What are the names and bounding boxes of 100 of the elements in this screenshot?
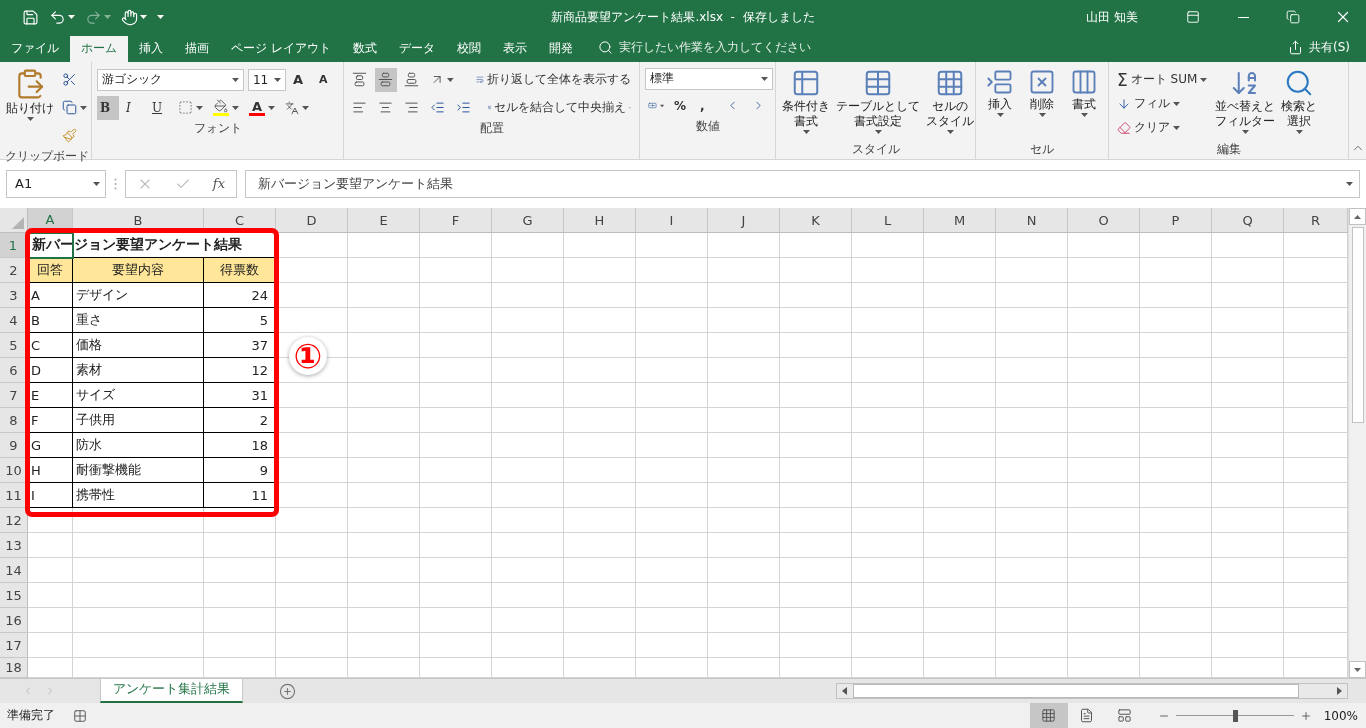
group-label: クリップボード — [5, 147, 86, 164]
column-header[interactable]: G — [492, 208, 564, 234]
column-header[interactable]: F — [420, 208, 492, 234]
row-header[interactable]: 7 — [0, 383, 28, 409]
menu-tab[interactable]: 挿入 — [128, 36, 174, 62]
insert-function-button[interactable]: fx — [212, 176, 225, 192]
column-header[interactable]: H — [564, 208, 636, 234]
horizontal-scrollbar[interactable] — [836, 683, 1348, 700]
row-header[interactable]: 18 — [0, 658, 28, 679]
zoom-level[interactable]: 100% — [1323, 708, 1358, 723]
font-color-button[interactable]: A — [246, 95, 278, 120]
grip-icon — [114, 177, 117, 190]
style-button[interactable]: セルの スタイル — [925, 67, 975, 141]
caret-icon — [946, 129, 954, 134]
align-left-icon — [352, 100, 367, 116]
column-header[interactable]: L — [852, 208, 924, 234]
menu-tab[interactable]: 表示 — [491, 36, 538, 62]
scroll-down-button[interactable] — [1349, 661, 1366, 679]
table-cell: 素材 — [73, 358, 204, 384]
undo-icon — [49, 8, 66, 26]
row-header[interactable]: 6 — [0, 358, 28, 384]
font-name-field[interactable]: 游ゴシック — [97, 68, 244, 91]
row-header[interactable]: 10 — [0, 458, 28, 484]
paintbrush-icon — [62, 128, 77, 144]
cells-button[interactable]: 挿入 — [985, 67, 1015, 141]
sheet-tab[interactable]: アンケート集計結果 — [100, 678, 243, 703]
zoom-thumb[interactable] — [1232, 709, 1238, 722]
copy-icon — [62, 100, 77, 116]
column-header[interactable]: O — [1068, 208, 1140, 234]
header-cell: 得票数 — [204, 258, 276, 284]
column-header[interactable]: N — [996, 208, 1068, 234]
menu-tab[interactable]: ホーム — [70, 36, 128, 62]
row-header[interactable]: 12 — [0, 508, 28, 534]
caret-icon — [1295, 129, 1303, 134]
number-style-button[interactable]: , — [697, 93, 719, 118]
row-header[interactable]: 16 — [0, 608, 28, 634]
menu-tab[interactable]: 校閲 — [445, 36, 492, 62]
font-size-field[interactable]: 11 — [247, 68, 286, 91]
tell-me-field[interactable]: 実行したい作業を入力してください — [618, 39, 811, 57]
caret-icon — [996, 112, 1004, 117]
caret-icon — [1038, 112, 1046, 117]
column-header[interactable]: I — [636, 208, 708, 234]
column-header[interactable]: E — [348, 208, 420, 234]
row-header[interactable]: 2 — [0, 258, 28, 284]
menu-tab[interactable]: ファイル — [0, 36, 70, 62]
caret-icon — [104, 15, 111, 19]
row-header[interactable]: 17 — [0, 633, 28, 659]
style-button[interactable]: 条件付き 書式 — [781, 67, 831, 141]
name-box[interactable]: A1 — [6, 169, 106, 198]
row-header[interactable]: 14 — [0, 558, 28, 584]
clear-button[interactable]: クリア — [1114, 115, 1211, 140]
paste-button[interactable]: 貼り付け — [5, 67, 55, 148]
menu-tab[interactable]: データ — [387, 36, 446, 62]
fill-button[interactable]: フィル — [1114, 91, 1211, 116]
font-style-button[interactable]: I — [123, 95, 145, 120]
column-header[interactable]: K — [780, 208, 852, 234]
grow-font-button[interactable]: A — [290, 67, 312, 92]
formula-field[interactable]: 新バージョン要望アンケート結果 — [245, 169, 1360, 198]
row-header[interactable]: 1 — [0, 233, 28, 259]
column-header[interactable]: P — [1140, 208, 1212, 234]
column-header[interactable]: D — [276, 208, 348, 234]
menu-tab[interactable]: ページ レイアウト — [220, 36, 342, 62]
find-select-button[interactable]: 検索と 選択 — [1280, 67, 1319, 141]
customize-button[interactable] — [155, 13, 166, 21]
row-header[interactable]: 5 — [0, 333, 28, 359]
caret-icon — [157, 15, 164, 19]
row-header[interactable]: 9 — [0, 433, 28, 459]
row-header[interactable]: 3 — [0, 283, 28, 309]
caret-icon — [1173, 101, 1180, 106]
row-header[interactable]: 4 — [0, 308, 28, 334]
vertical-align-button[interactable] — [375, 67, 397, 92]
share-button[interactable]: 共有(S) — [1282, 34, 1356, 62]
column-header[interactable]: R — [1284, 208, 1348, 234]
shrink-font-button[interactable]: A — [316, 67, 338, 92]
font-style-button[interactable]: B — [97, 95, 119, 120]
row-header[interactable]: 15 — [0, 583, 28, 609]
group-label: スタイル — [850, 140, 901, 158]
column-header[interactable]: J — [708, 208, 780, 234]
number-style-button[interactable]: % — [671, 93, 693, 118]
grid-icon — [1041, 708, 1057, 723]
column-header[interactable]: Q — [1212, 208, 1284, 234]
merge-center-button[interactable]: セルを結合して中央揃え — [485, 95, 634, 120]
row-header[interactable]: 8 — [0, 408, 28, 434]
scroll-thumb[interactable] — [1351, 227, 1364, 424]
menu-tab[interactable]: 数式 — [341, 36, 388, 62]
menu-tab[interactable]: 描画 — [174, 36, 220, 62]
scroll-up-button[interactable] — [1349, 208, 1366, 226]
autosum-button[interactable]: Σ オート SUM — [1114, 67, 1211, 92]
cells-button[interactable]: 削除 — [1027, 67, 1057, 141]
column-header[interactable]: M — [924, 208, 996, 234]
font-style-button[interactable]: U — [149, 95, 171, 120]
sort-filter-button[interactable]: 並べ替えと フィルター — [1214, 67, 1277, 141]
row-header[interactable]: 13 — [0, 533, 28, 559]
row-header[interactable]: 11 — [0, 483, 28, 509]
number-format-field[interactable]: 標準 — [645, 67, 773, 90]
cells-button[interactable]: 書式 — [1069, 67, 1099, 141]
style-button[interactable]: テーブルとして 書式設定 — [835, 67, 921, 141]
menu-tab[interactable]: 開発 — [537, 36, 584, 62]
view-button[interactable] — [1029, 703, 1068, 728]
wrap-text-button[interactable]: 折り返して全体を表示する — [472, 67, 634, 92]
